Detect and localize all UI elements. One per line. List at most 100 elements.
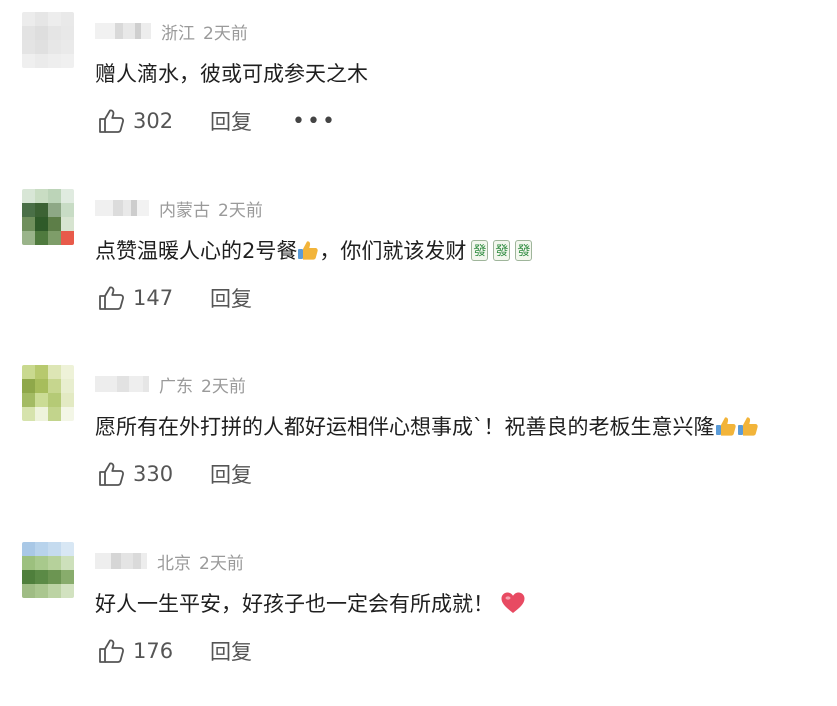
thumbs-up-emoji-icon <box>737 417 758 436</box>
avatar-pixel <box>61 217 74 231</box>
avatar-pixel <box>61 584 74 598</box>
avatar-pixel <box>35 365 48 379</box>
comment-actions: 147 回复 <box>98 283 252 313</box>
avatar-pixel <box>48 217 61 231</box>
avatar-pixel <box>22 556 35 570</box>
like-count: 147 <box>133 286 174 310</box>
avatar-pixel <box>35 54 48 68</box>
avatar-pixel <box>35 40 48 54</box>
avatar-pixel <box>48 542 61 556</box>
avatar-pixel <box>22 231 35 245</box>
more-options-button[interactable]: ••• <box>292 109 337 134</box>
username-blurred[interactable] <box>95 200 149 216</box>
avatar-pixel <box>48 407 61 421</box>
comment-item: 浙江 2天前 赠人滴水，彼或可成参天之木 302 回复 ••• <box>0 0 837 176</box>
avatar-pixel <box>48 393 61 407</box>
avatar-pixel <box>35 407 48 421</box>
comment-meta: 北京 2天前 <box>95 548 244 574</box>
comment-item: 内蒙古 2天前 点赞温暖人心的2号餐 ，你们就该发财 發 發 發 147 回复 <box>0 177 837 353</box>
comment-text: 好人一生平安，好孩子也一定会有所成就！ <box>95 588 526 618</box>
like-count: 302 <box>133 109 174 133</box>
avatar-pixel <box>22 54 35 68</box>
avatar-pixel <box>48 584 61 598</box>
reply-button[interactable]: 回复 <box>210 283 252 313</box>
avatar-pixel <box>61 379 74 393</box>
avatar-pixel <box>61 556 74 570</box>
like-button[interactable]: 302 <box>98 108 210 134</box>
comment-location: 浙江 <box>161 23 195 44</box>
avatar-pixel <box>48 54 61 68</box>
avatar-pixel <box>61 365 74 379</box>
avatar-pixel <box>48 203 61 217</box>
comment-time: 2天前 <box>201 376 246 397</box>
avatar-pixel <box>22 40 35 54</box>
username-blurred[interactable] <box>95 553 147 569</box>
avatar-pixel <box>48 570 61 584</box>
like-button[interactable]: 330 <box>98 461 210 487</box>
reply-button[interactable]: 回复 <box>210 636 252 666</box>
avatar[interactable] <box>22 365 74 421</box>
avatar-pixel <box>48 26 61 40</box>
avatar-pixel <box>35 12 48 26</box>
mahjong-fa-icon: 發 <box>515 239 533 261</box>
avatar-pixel <box>35 189 48 203</box>
avatar-pixel <box>61 203 74 217</box>
reply-button[interactable]: 回复 <box>210 459 252 489</box>
avatar-pixel <box>35 393 48 407</box>
avatar-pixel <box>22 407 35 421</box>
comment-meta: 内蒙古 2天前 <box>95 195 263 221</box>
avatar-pixel <box>61 189 74 203</box>
thumbs-up-icon <box>99 462 125 486</box>
username-blurred[interactable] <box>95 23 151 39</box>
comment-text-tail: ，你们就该发财 <box>319 239 467 263</box>
avatar[interactable] <box>22 189 74 245</box>
thumbs-up-icon <box>99 286 125 310</box>
avatar-pixel <box>61 542 74 556</box>
username-blurred[interactable] <box>95 376 149 392</box>
comment-item: 北京 2天前 好人一生平安，好孩子也一定会有所成就！ 176 回复 <box>0 530 837 706</box>
avatar-pixel <box>22 393 35 407</box>
avatar-pixel <box>48 365 61 379</box>
avatar-pixel <box>48 231 61 245</box>
avatar-pixel <box>35 231 48 245</box>
comment-meta: 浙江 2天前 <box>95 18 248 44</box>
thumbs-up-icon <box>99 639 125 663</box>
reply-button[interactable]: 回复 <box>210 106 252 136</box>
avatar-pixel <box>48 189 61 203</box>
heart-emoji-icon <box>501 592 525 613</box>
comment-text-body: 赠人滴水，彼或可成参天之木 <box>95 62 368 86</box>
like-count: 330 <box>133 462 174 486</box>
avatar-pixel <box>48 379 61 393</box>
comment-actions: 330 回复 <box>98 459 252 489</box>
avatar-pixel <box>35 26 48 40</box>
thumbs-up-emoji-icon <box>298 241 319 260</box>
comment-meta: 广东 2天前 <box>95 371 246 397</box>
avatar-pixel <box>61 407 74 421</box>
comment-text-body: 点赞温暖人心的2号餐 <box>95 239 298 263</box>
avatar-pixel <box>22 584 35 598</box>
thumbs-up-icon <box>99 109 125 133</box>
avatar-pixel <box>22 217 35 231</box>
comment-time: 2天前 <box>199 553 244 574</box>
avatar-pixel <box>48 40 61 54</box>
comment-location: 内蒙古 <box>159 200 210 221</box>
avatar-pixel <box>22 365 35 379</box>
comment-time: 2天前 <box>203 23 248 44</box>
avatar-pixel <box>22 379 35 393</box>
like-button[interactable]: 147 <box>98 285 210 311</box>
comment-actions: 302 回复 ••• <box>98 106 337 136</box>
avatar-pixel <box>61 231 74 245</box>
avatar[interactable] <box>22 12 74 68</box>
avatar-pixel <box>61 26 74 40</box>
avatar[interactable] <box>22 542 74 598</box>
avatar-pixel <box>48 556 61 570</box>
avatar-pixel <box>61 54 74 68</box>
comment-time: 2天前 <box>218 200 263 221</box>
comment-item: 广东 2天前 愿所有在外打拼的人都好运相伴心想事成`！祝善良的老板生意兴隆 33… <box>0 353 837 529</box>
like-count: 176 <box>133 639 174 663</box>
comment-text: 愿所有在外打拼的人都好运相伴心想事成`！祝善良的老板生意兴隆 <box>95 411 759 441</box>
avatar-pixel <box>61 393 74 407</box>
like-button[interactable]: 176 <box>98 638 210 664</box>
comment-text-body: 愿所有在外打拼的人都好运相伴心想事成`！祝善良的老板生意兴隆 <box>95 415 715 439</box>
mahjong-fa-icon: 發 <box>493 239 511 261</box>
